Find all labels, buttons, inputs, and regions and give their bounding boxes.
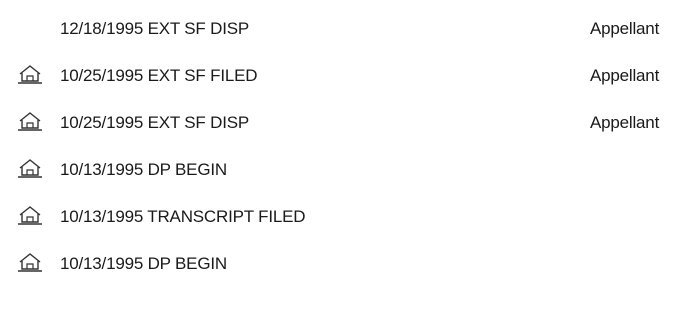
list-item[interactable]: 10/13/1995 DP BEGIN (0, 251, 686, 281)
party-label: Appellant (590, 19, 660, 38)
list-item[interactable]: 10/13/1995 TRANSCRIPT FILED (0, 204, 686, 234)
list-item[interactable]: 10/25/1995 EXT SF DISP Appellant (0, 110, 686, 140)
party-label: Appellant (590, 66, 660, 85)
entry-text: 10/25/1995 EXT SF DISP (60, 113, 250, 132)
entry-text: 12/18/1995 EXT SF DISP (60, 19, 250, 38)
entry-text: 10/13/1995 DP BEGIN (60, 160, 227, 179)
list-item[interactable]: 10/13/1995 DP BEGIN (0, 157, 686, 187)
list-item[interactable]: 10/25/1995 EXT SF FILED Appellant (0, 63, 686, 93)
house-icon[interactable] (17, 204, 43, 226)
house-icon[interactable] (17, 251, 43, 273)
list-item[interactable]: 12/18/1995 EXT SF DISP Appellant (0, 16, 686, 46)
entry-text: 10/13/1995 DP BEGIN (60, 254, 227, 273)
party-label: Appellant (590, 113, 660, 132)
entry-text: 10/25/1995 EXT SF FILED (60, 66, 258, 85)
house-icon[interactable] (17, 157, 43, 179)
house-icon[interactable] (17, 110, 43, 132)
house-icon[interactable] (17, 63, 43, 85)
entry-text: 10/13/1995 TRANSCRIPT FILED (60, 207, 306, 226)
